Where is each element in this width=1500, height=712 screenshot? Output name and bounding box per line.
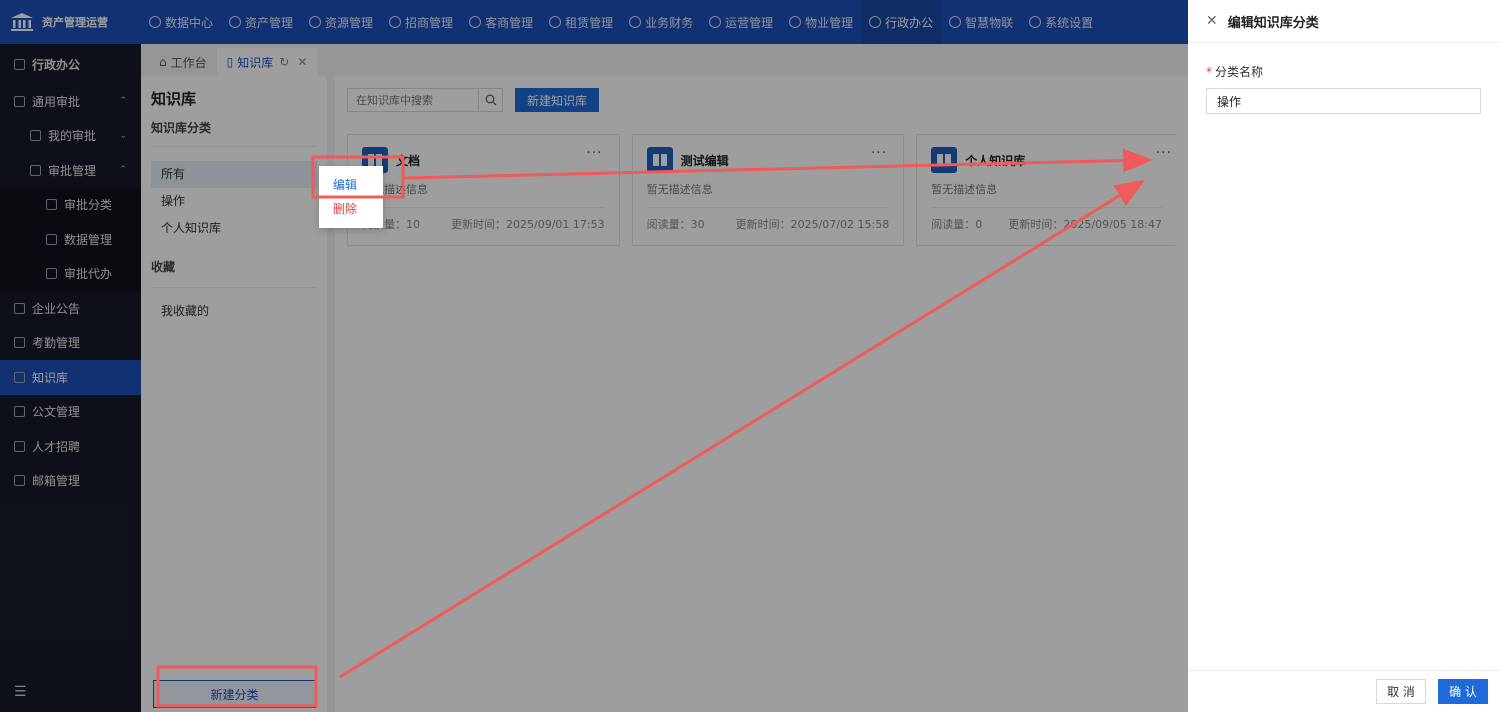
drawer-title: 编辑知识库分类: [1227, 15, 1319, 31]
category-name-input[interactable]: [1206, 88, 1481, 114]
close-icon[interactable]: ✕: [1206, 13, 1218, 29]
modal-overlay[interactable]: [0, 0, 1188, 712]
category-name-label: * 分类名称: [1206, 65, 1264, 79]
drawer-footer: 取 消 确 认: [1188, 670, 1500, 712]
context-edit-item[interactable]: 编辑: [319, 173, 383, 197]
context-delete-item[interactable]: 删除: [319, 197, 383, 221]
confirm-button[interactable]: 确 认: [1438, 679, 1488, 704]
required-mark: *: [1206, 65, 1212, 79]
drawer-header: ✕ 编辑知识库分类: [1188, 0, 1500, 43]
cancel-button[interactable]: 取 消: [1376, 679, 1426, 704]
category-context-menu: 编辑 删除: [319, 166, 383, 228]
drawer-body: * 分类名称: [1188, 43, 1500, 134]
edit-category-drawer: ✕ 编辑知识库分类 *分类名称 取 消 确 认: [1188, 0, 1500, 712]
